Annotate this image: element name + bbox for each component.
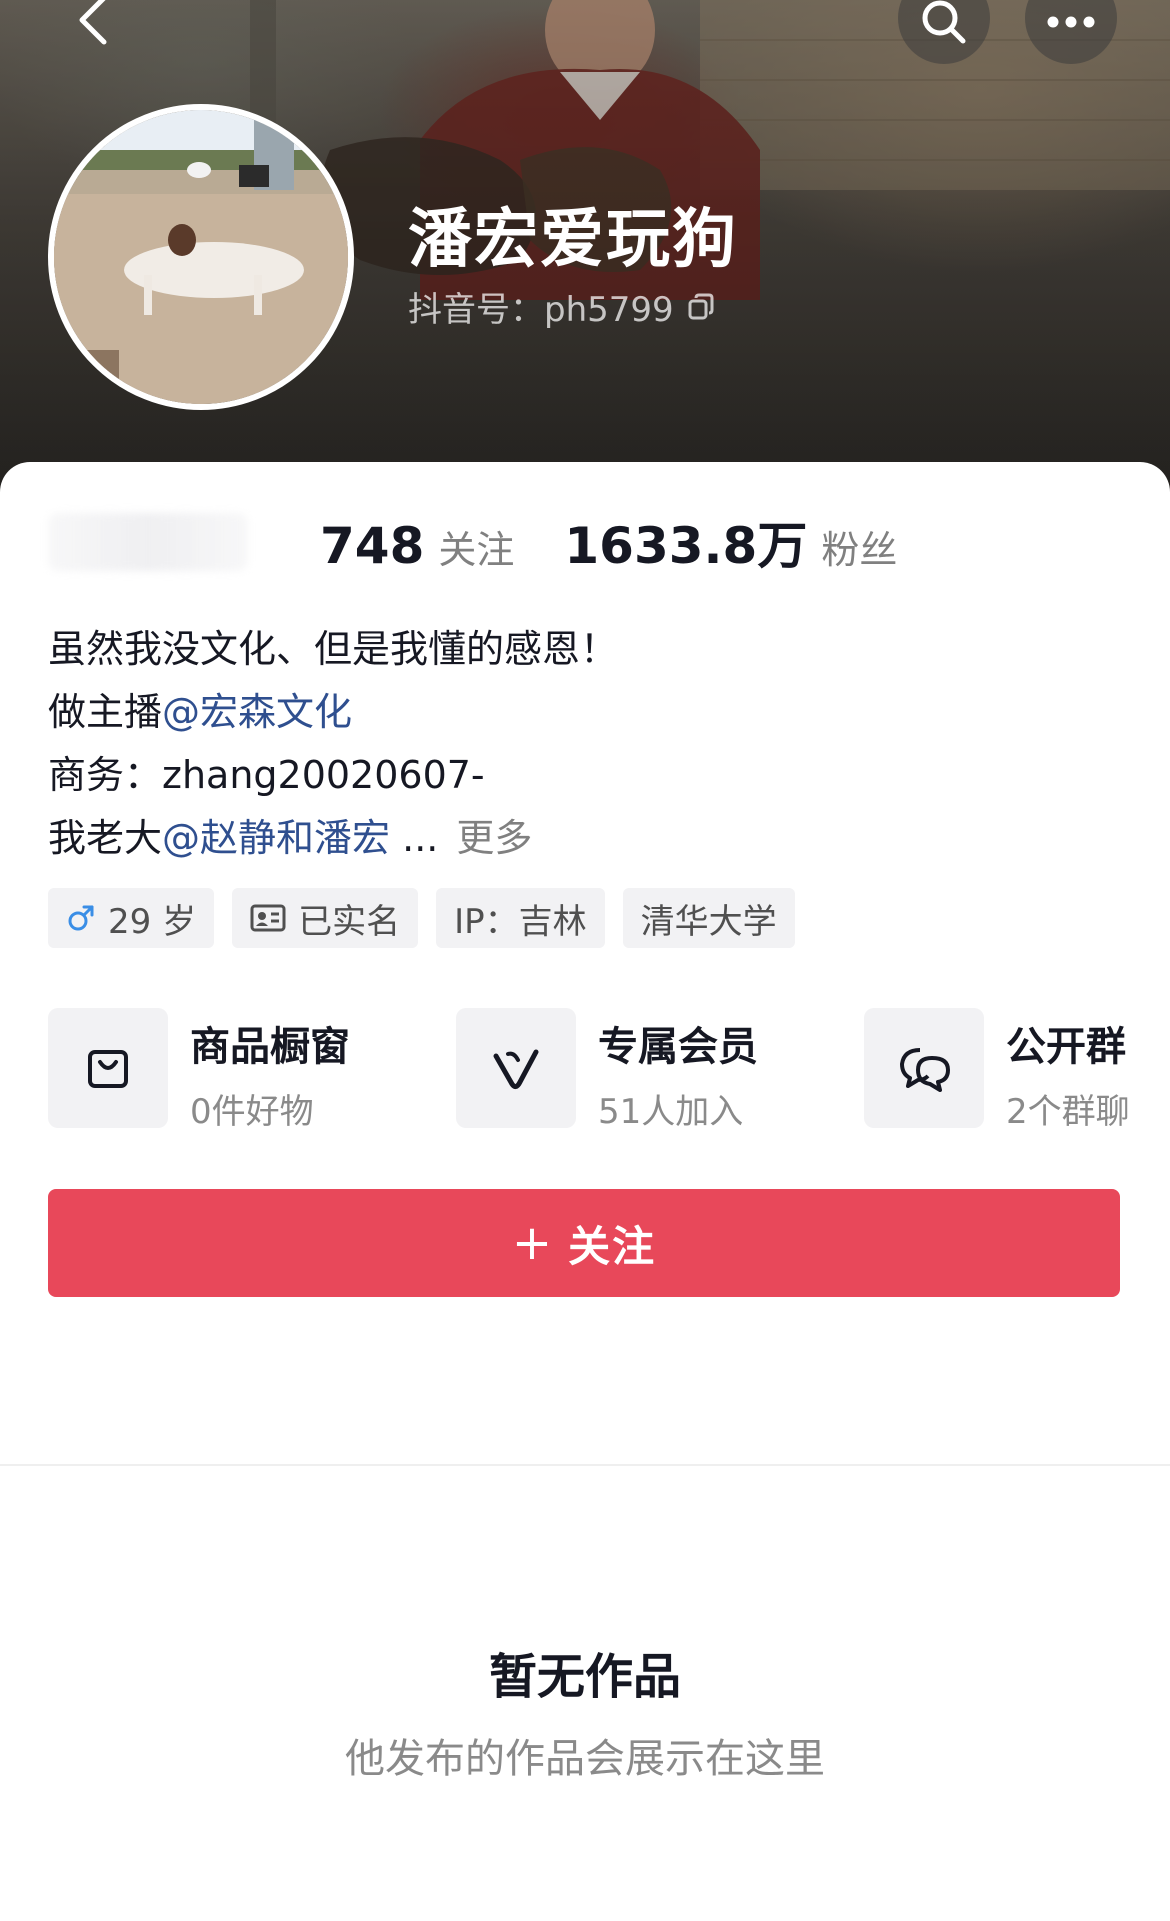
following-label[interactable]: 关注 [438,519,514,574]
empty-state-title: 暂无作品 [488,1649,681,1705]
bio-line-4-text: 我老大 [48,816,163,860]
bio-more-link[interactable]: 更多 [456,816,532,860]
tag-age-text: 29 岁 [108,901,197,942]
bio-line-3: 商务：zhang20020607- [48,753,485,797]
followers-label[interactable]: 粉丝 [821,519,897,574]
bio-line-2-text: 做主播 [48,690,163,734]
douyin-id-row[interactable]: 抖音号：ph5799 [408,282,716,331]
feature-membership-subtitle: 51人加入 [598,1092,744,1132]
follow-button-label: 关注 [568,1221,657,1271]
feature-shop-title: 商品橱窗 [190,1024,350,1070]
tag-school: 清华大学 [622,888,795,948]
bio-line-4: 我老大@赵静和潘宏 ... 更多 [48,807,618,870]
profile-username: 潘宏爱玩狗 [408,203,738,277]
feature-membership[interactable]: 专属会员 51人加入 [456,1008,758,1133]
feature-group-title: 公开群 [1006,1024,1126,1070]
mention-link-hongsen[interactable]: @宏森文化 [162,690,352,734]
feature-shop-window[interactable]: 商品橱窗 0件好物 [48,1008,350,1133]
more-dots-icon [1047,16,1095,28]
following-count[interactable]: 748 [320,517,424,575]
id-card-icon [250,904,286,932]
follow-button[interactable]: + 关注 [48,1189,1120,1297]
tag-verified-text: 已实名 [298,901,401,942]
copy-icon[interactable] [686,292,716,322]
likes-count-blurred [48,513,248,571]
douyin-id: 抖音号：ph5799 [408,290,674,330]
followers-count[interactable]: 1633.8万 [564,506,807,578]
empty-state-subtitle: 他发布的作品会展示在这里 [345,1736,825,1782]
mention-link-zhaojing[interactable]: @赵静和潘宏 [162,816,390,860]
feature-shop-subtitle: 0件好物 [190,1092,314,1132]
bio: 虽然我没文化、但是我懂的感恩！ 做主播@宏森文化 商务：zhang2002060… [48,618,618,870]
section-divider [0,1464,1170,1466]
male-icon [66,903,96,933]
stats-row: 748 关注 1633.8万 粉丝 [48,506,947,578]
feature-membership-title: 专属会员 [598,1024,758,1070]
avatar[interactable] [48,104,354,410]
tag-ip: IP：吉林 [436,888,605,948]
avatar-photo [54,110,348,404]
tag-age: 29 岁 [48,888,215,948]
feature-public-group[interactable]: 公开群 2个群聊 [864,1008,1130,1133]
member-v-icon [456,1008,576,1128]
search-icon [922,0,966,44]
bio-ellipsis: ... [402,816,439,860]
chat-bubbles-icon [864,1008,984,1128]
chevron-left-icon [79,0,107,45]
bio-line-2: 做主播@宏森文化 [48,681,618,744]
feature-group-subtitle: 2个群聊 [1006,1092,1130,1132]
profile-tags: 29 岁 已实名 IP：吉林 清华大学 [48,888,813,948]
plus-icon: + [511,1215,555,1271]
tag-verified: 已实名 [232,888,419,948]
shopping-bag-icon [48,1008,168,1128]
feature-entries: 商品橱窗 0件好物 专属会员 51人加入 公开群 2个群聊 [48,1008,1148,1132]
profile-card: 748 关注 1633.8万 粉丝 虽然我没文化、但是我懂的感恩！ 做主播@宏森… [0,462,1170,1921]
bio-line-1: 虽然我没文化、但是我懂的感恩！ [48,627,619,671]
profile-banner: 潘宏爱玩狗 抖音号：ph5799 [0,0,1170,500]
back-button[interactable] [62,0,126,50]
